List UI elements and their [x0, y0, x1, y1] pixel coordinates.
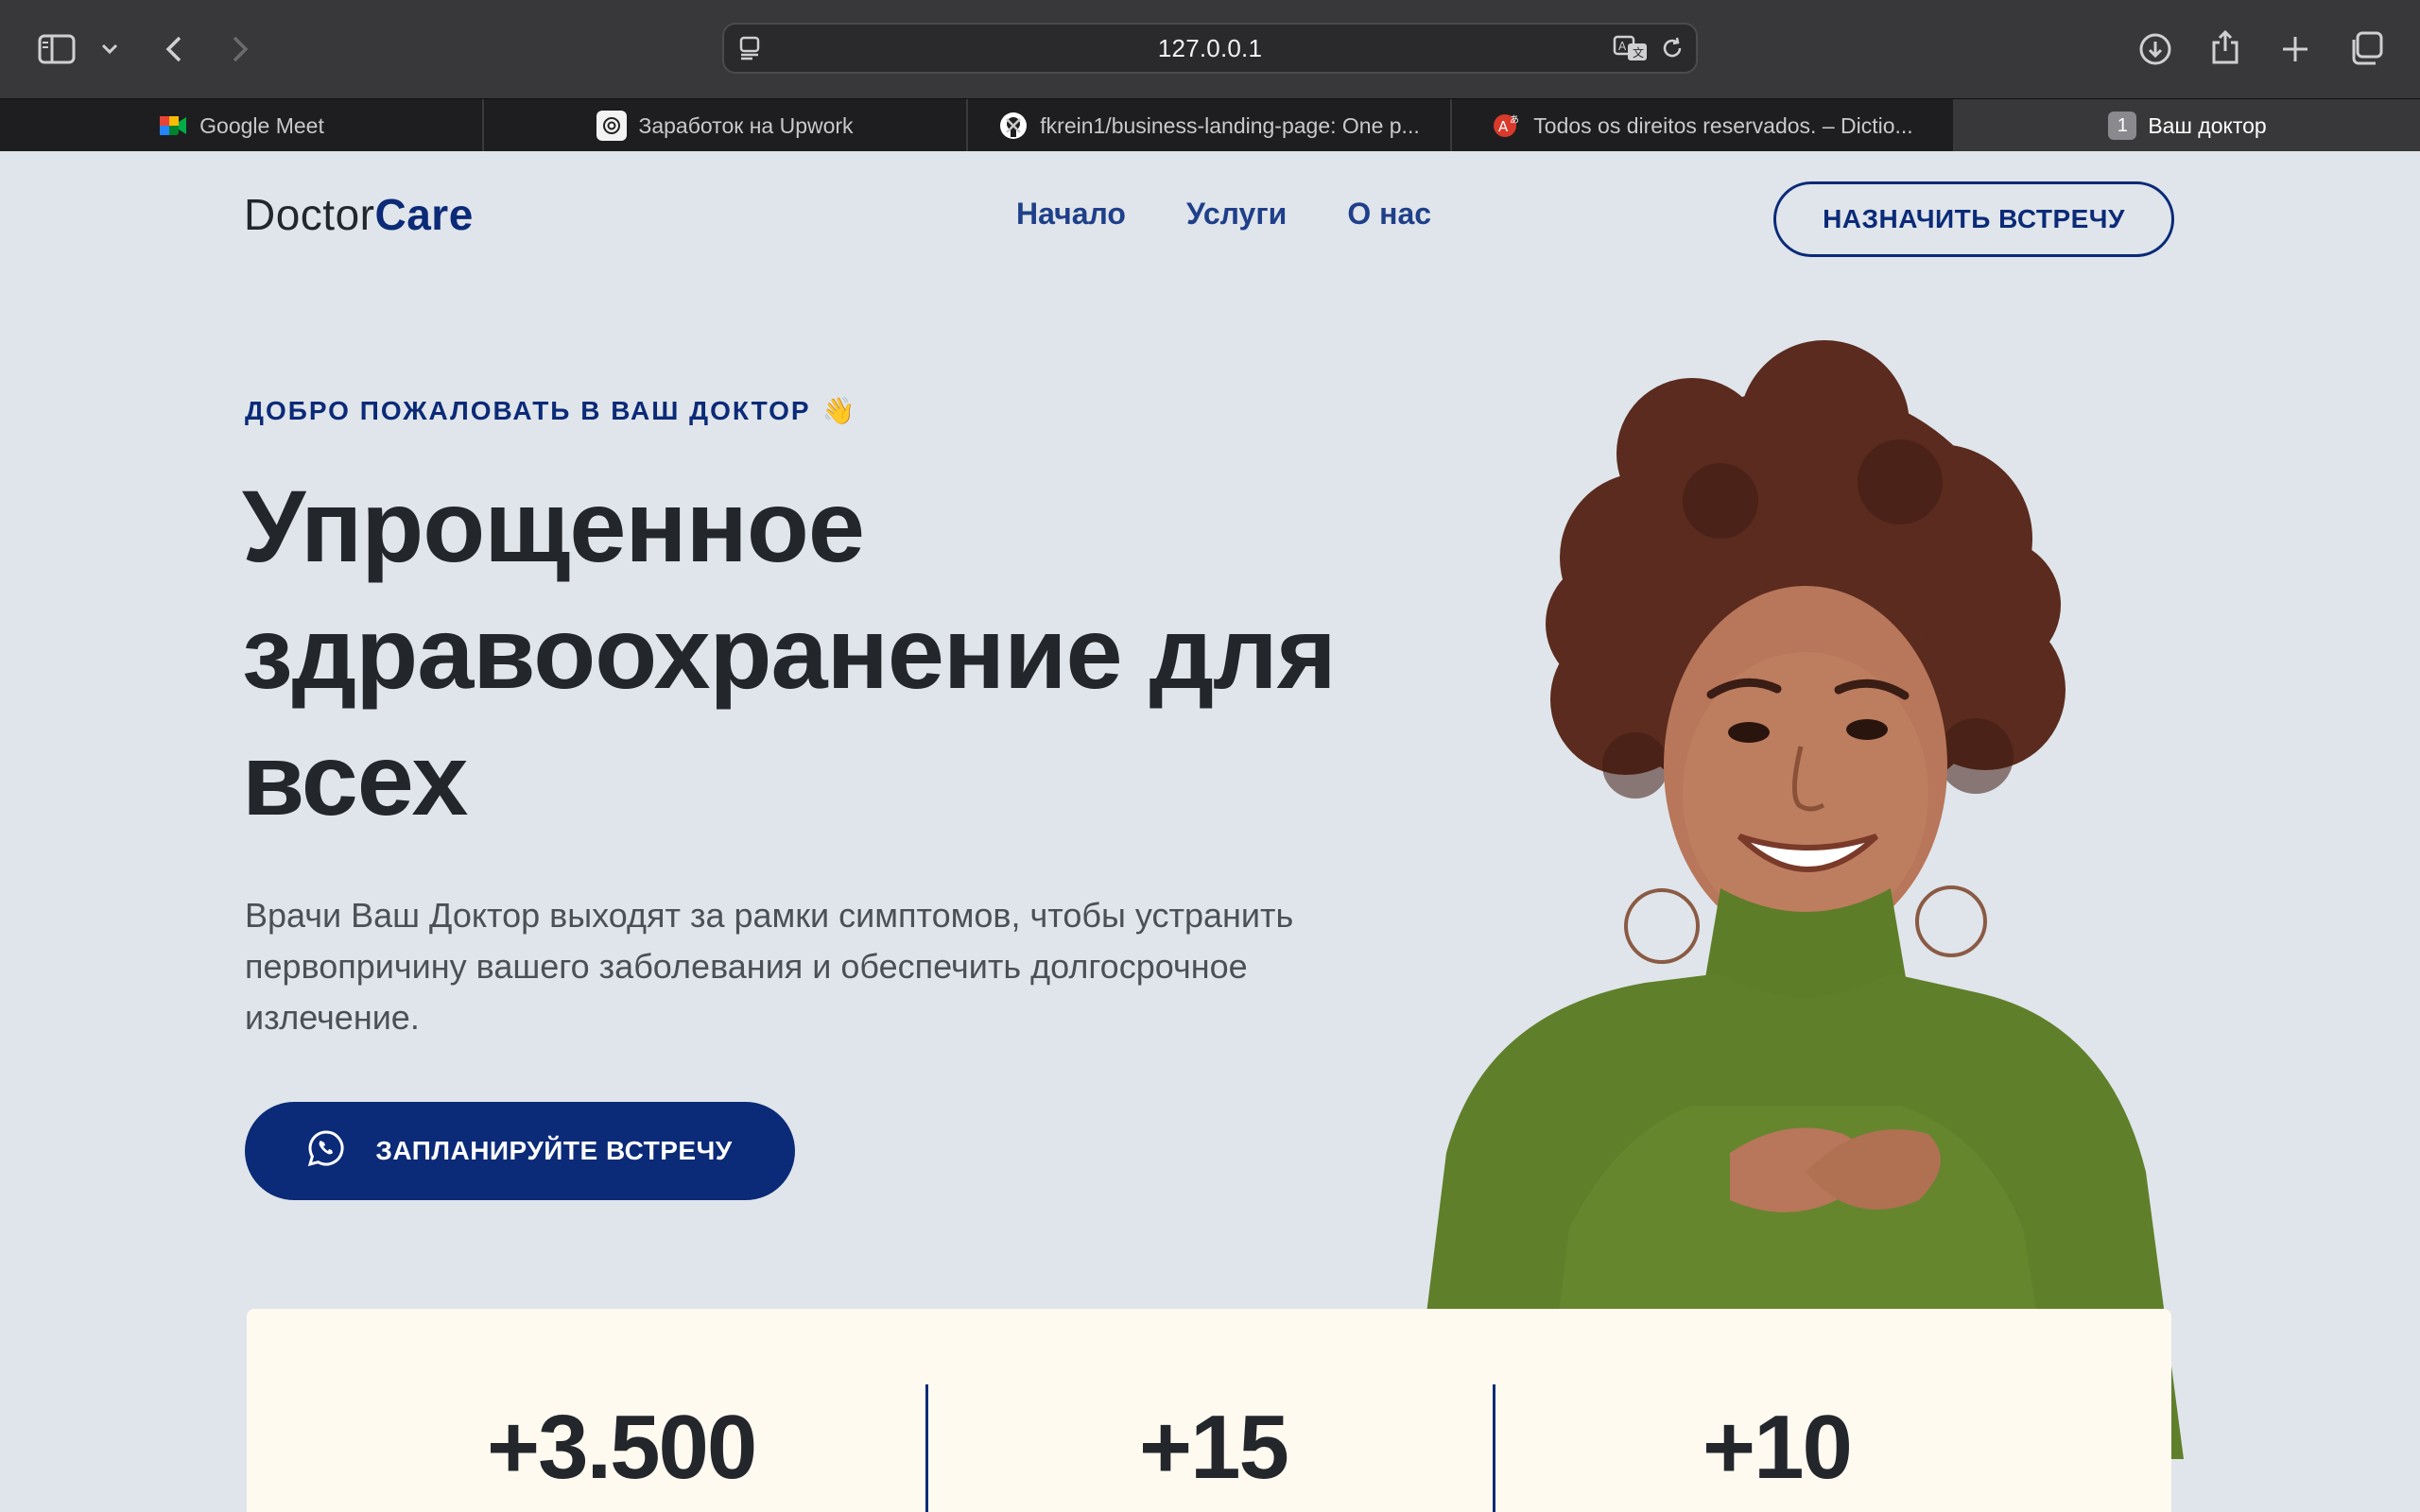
address-bar[interactable]: 127.0.0.1 A文 — [722, 23, 1698, 74]
svg-text:A: A — [1618, 40, 1627, 53]
tab-title: fkrein1/business-landing-page: One p... — [1040, 112, 1420, 138]
svg-text:あ: あ — [1510, 114, 1519, 126]
browser-toolbar: 127.0.0.1 A文 — [0, 0, 2420, 98]
stat-value-doctors: +10 — [1703, 1397, 1853, 1498]
page-settings-icon[interactable] — [737, 35, 764, 61]
whatsapp-icon — [307, 1129, 345, 1174]
nav-link-services[interactable]: Услуги — [1186, 197, 1287, 232]
tab-upwork[interactable]: Заработок на Upwork — [484, 99, 968, 152]
eyebrow-text: ДОБРО ПОЖАЛОВАТЬ В ВАШ ДОКТОР — [245, 395, 811, 425]
chatgpt-icon — [596, 111, 628, 141]
tab-title: Todos os direitos reservados. – Dictio..… — [1533, 112, 1913, 138]
sidebar-toggle-icon[interactable] — [36, 30, 78, 68]
stats-card: +3.500 +15 +10 — [247, 1309, 2171, 1512]
translate-icon[interactable]: A文 — [1613, 34, 1649, 62]
tab-dictionary[interactable]: Aあ Todos os direitos reservados. – Dicti… — [1452, 99, 1955, 152]
tab-group-count: 1 — [2108, 112, 2137, 140]
tab-github[interactable]: fkrein1/business-landing-page: One p... — [968, 99, 1452, 152]
tab-google-meet[interactable]: Google Meet — [0, 99, 484, 152]
stat-value-patients: +3.500 — [487, 1397, 757, 1498]
downloads-icon[interactable] — [2136, 30, 2174, 68]
dictionary-icon: Aあ — [1492, 111, 1522, 141]
schedule-button-label: ЗАПЛАНИРУЙТЕ ВСТРЕЧУ — [375, 1136, 733, 1165]
svg-text:文: 文 — [1633, 45, 1644, 60]
nav-link-home[interactable]: Начало — [1016, 197, 1126, 232]
tab-active[interactable]: 1 Ваш доктор — [1955, 99, 2420, 152]
nav-link-about[interactable]: О нас — [1347, 197, 1431, 232]
stat-value-years: +15 — [1139, 1397, 1289, 1498]
waving-hand-icon: 👋 — [821, 396, 857, 425]
forward-icon[interactable] — [225, 30, 255, 68]
site-logo[interactable]: DoctorCare — [244, 189, 474, 240]
stat-divider — [1493, 1384, 1495, 1512]
stat-divider — [925, 1384, 928, 1512]
hero-title: Упрощенное здравоохранение для всех — [242, 469, 1337, 836]
close-tab-icon[interactable] — [1000, 112, 1027, 139]
tab-overview-icon[interactable] — [2346, 28, 2386, 68]
reload-icon[interactable] — [1660, 36, 1685, 60]
back-icon[interactable] — [159, 30, 189, 68]
url-text: 127.0.0.1 — [1157, 33, 1263, 62]
hero-doctor-image — [1409, 340, 2184, 1459]
logo-text-doctor: Doctor — [244, 190, 375, 239]
share-icon[interactable] — [2206, 26, 2244, 68]
book-appointment-button[interactable]: НАЗНАЧИТЬ ВСТРЕЧУ — [1773, 181, 2174, 257]
schedule-appointment-button[interactable]: ЗАПЛАНИРУЙТЕ ВСТРЕЧУ — [245, 1102, 795, 1200]
page-content: DoctorCare Начало Услуги О нас НАЗНАЧИТЬ… — [0, 151, 2420, 1512]
new-tab-icon[interactable] — [2276, 30, 2314, 68]
main-nav: Начало Услуги О нас — [1016, 197, 1431, 232]
svg-text:A: A — [1498, 118, 1509, 135]
tab-title: Google Meet — [199, 112, 324, 138]
tab-title: Заработок на Upwork — [638, 112, 854, 138]
hero-eyebrow: ДОБРО ПОЖАЛОВАТЬ В ВАШ ДОКТОР 👋 — [245, 395, 856, 426]
chevron-down-icon[interactable] — [98, 38, 121, 60]
google-meet-icon — [158, 111, 188, 141]
logo-text-care: Care — [374, 190, 474, 239]
tab-title: Ваш доктор — [2148, 112, 2267, 138]
tab-strip: Google Meet Заработок на Upwork fkrein1/… — [0, 98, 2420, 152]
hero-description: Врачи Ваш Доктор выходят за рамки симпто… — [245, 896, 1294, 1037]
